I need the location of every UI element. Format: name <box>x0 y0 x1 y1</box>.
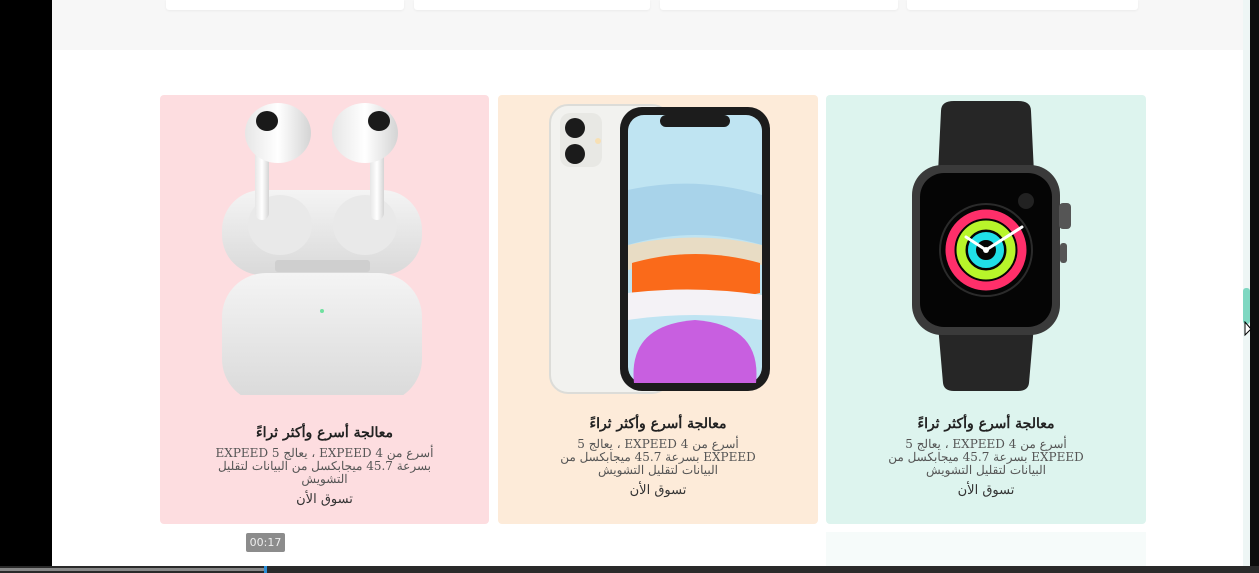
card-description: أسرع من 4 EXPEED ، يعالج 5 EXPEED بسرعة … <box>215 446 434 486</box>
scrollbar-thumb[interactable] <box>1243 288 1250 324</box>
top-product-card[interactable] <box>166 0 404 10</box>
iphone-image <box>549 104 770 394</box>
shop-now-link[interactable]: تسوق الأن <box>160 492 489 507</box>
watch-image <box>912 101 1071 391</box>
product-card-iphone[interactable]: معالجة أسرع وأكثر ثراءً أسرع من 4 EXPEED… <box>498 95 818 524</box>
video-timestamp: 00:17 <box>246 533 285 552</box>
card-description: أسرع من 4 EXPEED ، يعالج 5 EXPEED بسرعة … <box>888 437 1084 477</box>
top-product-card[interactable] <box>414 0 650 10</box>
video-progress-played <box>0 568 264 571</box>
top-product-card[interactable] <box>907 0 1138 10</box>
video-progress-bar[interactable] <box>0 566 1259 573</box>
video-progress-head[interactable] <box>264 566 267 573</box>
shop-now-link[interactable]: تسوق الأن <box>826 483 1146 498</box>
airpods-image <box>222 103 422 395</box>
next-section-strip <box>826 532 1146 566</box>
product-card-airpods[interactable]: معالجة أسرع وأكثر ثراءً أسرع من 4 EXPEED… <box>160 95 489 524</box>
shop-now-link[interactable]: تسوق الأن <box>498 483 818 498</box>
top-product-card[interactable] <box>660 0 898 10</box>
mouse-cursor-icon <box>1244 321 1252 337</box>
top-products-band <box>52 0 1243 50</box>
web-page: معالجة أسرع وأكثر ثراءً أسرع من 4 EXPEED… <box>52 0 1243 566</box>
card-title: معالجة أسرع وأكثر ثراءً <box>917 416 1055 432</box>
product-card-watch[interactable]: معالجة أسرع وأكثر ثراءً أسرع من 4 EXPEED… <box>826 95 1146 524</box>
screen-frame: معالجة أسرع وأكثر ثراءً أسرع من 4 EXPEED… <box>0 0 1259 573</box>
page-scrollbar[interactable] <box>1243 0 1250 566</box>
card-title: معالجة أسرع وأكثر ثراءً <box>255 425 393 441</box>
window-edge <box>1250 0 1259 566</box>
card-description: أسرع من 4 EXPEED ، يعالج 5 EXPEED بسرعة … <box>560 437 756 477</box>
card-title: معالجة أسرع وأكثر ثراءً <box>589 416 727 432</box>
